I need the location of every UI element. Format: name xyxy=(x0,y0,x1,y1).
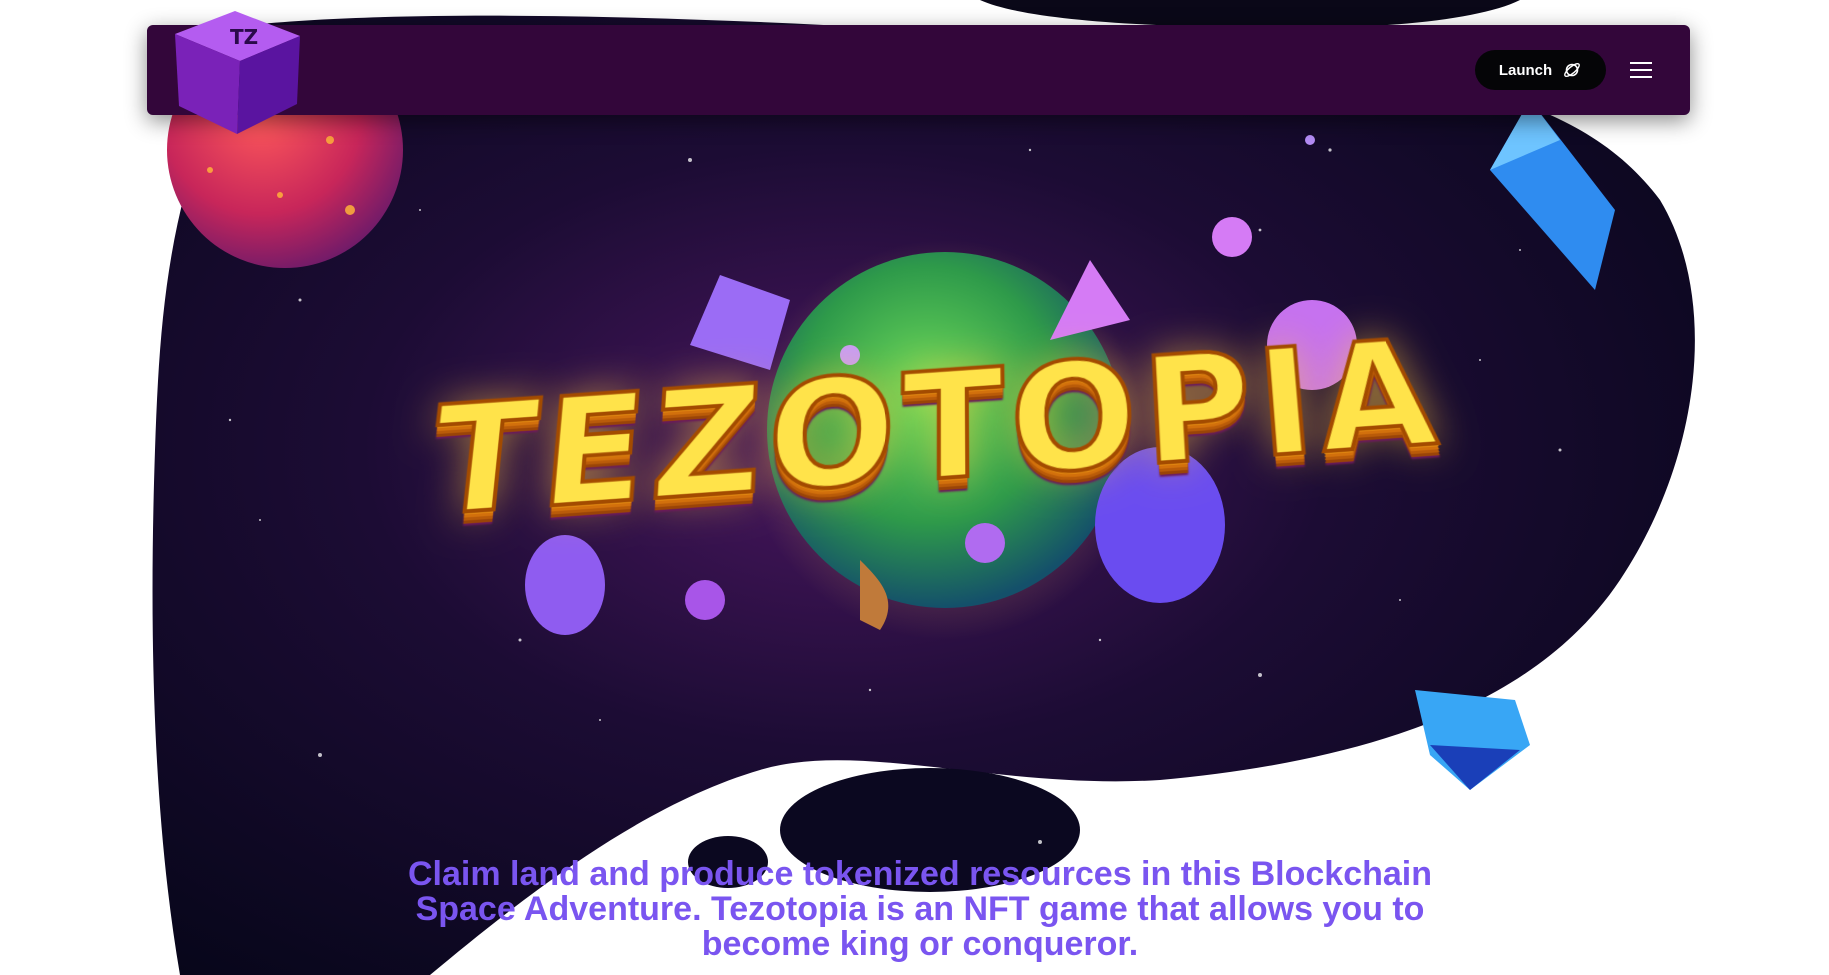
launch-label: Launch xyxy=(1498,61,1553,79)
planet-icon xyxy=(1564,63,1581,77)
top-navbar xyxy=(147,25,1690,115)
game-title-logo: TEZOTOPIA xyxy=(420,307,1452,553)
tz-cube-logo-icon[interactable]: TZ xyxy=(175,6,305,136)
launch-button[interactable]: Launch xyxy=(1475,50,1606,90)
svg-text:TZ: TZ xyxy=(230,25,258,49)
hero-title-block: TEZOTOPIA xyxy=(420,307,1460,560)
hamburger-menu-icon[interactable] xyxy=(1627,57,1655,83)
hero-tagline: Claim land and produce tokenized resourc… xyxy=(407,855,1433,963)
